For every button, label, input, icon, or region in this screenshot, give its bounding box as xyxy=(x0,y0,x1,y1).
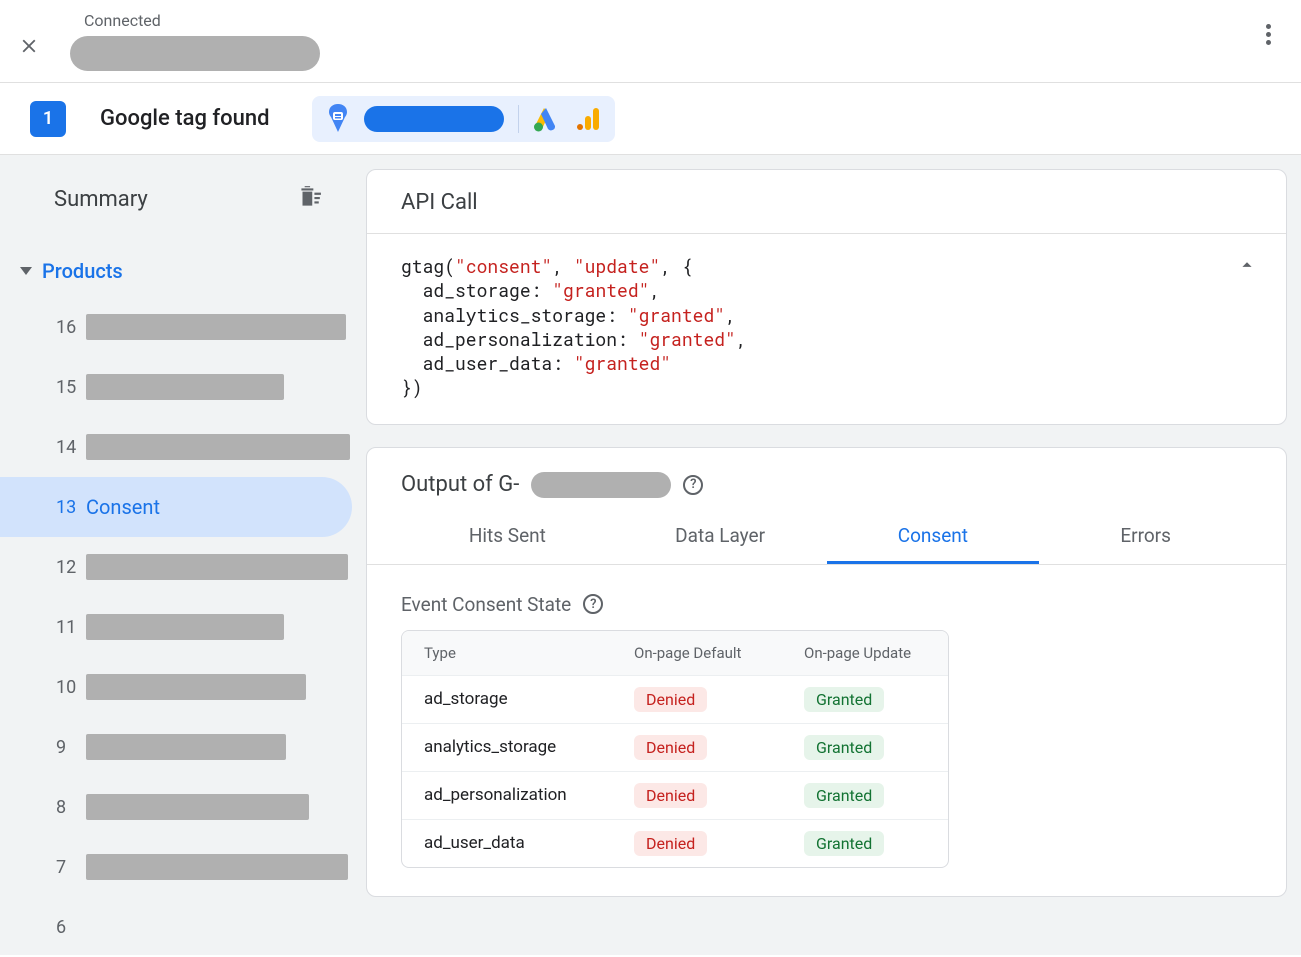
output-card: Output of G- ? Hits SentData LayerConsen… xyxy=(366,447,1287,897)
event-name-redacted xyxy=(86,614,284,640)
overflow-menu-icon[interactable] xyxy=(1266,24,1271,45)
event-row[interactable]: 6 xyxy=(0,897,352,957)
table-header: Type On-page Default On-page Update xyxy=(402,631,948,675)
chip-update: Granted xyxy=(804,687,884,712)
col-type: Type xyxy=(424,644,634,662)
tab-errors[interactable]: Errors xyxy=(1039,508,1252,564)
tab-consent[interactable]: Consent xyxy=(827,508,1040,564)
event-number: 8 xyxy=(56,797,86,818)
gtag-icon xyxy=(326,104,350,134)
main-panel: API Call gtag("consent", "update", { ad_… xyxy=(352,155,1301,955)
table-row: ad_personalizationDenied Granted xyxy=(402,771,948,819)
event-row[interactable]: 16 xyxy=(0,297,352,357)
found-bar: 1 Google tag found xyxy=(0,83,1301,155)
tag-id-redacted xyxy=(364,106,504,132)
event-name-redacted xyxy=(86,674,306,700)
topbar: Connected xyxy=(0,0,1301,83)
event-row[interactable]: 11 xyxy=(0,597,352,657)
chip-update: Granted xyxy=(804,735,884,760)
help-icon[interactable]: ? xyxy=(583,594,603,614)
event-row[interactable]: 10 xyxy=(0,657,352,717)
section-products[interactable]: Products xyxy=(0,259,352,283)
tab-data-layer[interactable]: Data Layer xyxy=(614,508,827,564)
clear-events-icon[interactable] xyxy=(296,184,322,214)
event-row[interactable]: 8 xyxy=(0,777,352,837)
event-number: 9 xyxy=(56,737,86,758)
output-id-redacted xyxy=(531,472,671,498)
table-row: ad_user_dataDenied Granted xyxy=(402,819,948,867)
google-ads-icon xyxy=(533,106,561,132)
output-prefix: Output of G- xyxy=(401,472,519,497)
event-number: 13 xyxy=(56,497,86,518)
connection-id-redacted xyxy=(70,36,320,71)
api-call-card: API Call gtag("consent", "update", { ad_… xyxy=(366,169,1287,425)
event-row[interactable]: 15 xyxy=(0,357,352,417)
api-code: gtag("consent", "update", { ad_storage: … xyxy=(401,254,1252,400)
event-name-redacted xyxy=(86,734,286,760)
chip-default: Denied xyxy=(634,783,707,808)
found-title: Google tag found xyxy=(100,106,270,131)
event-number: 7 xyxy=(56,857,86,878)
consent-state-header: Event Consent State ? xyxy=(367,565,1286,630)
connection-block: Connected xyxy=(70,11,320,71)
event-number: 16 xyxy=(56,317,86,338)
output-tabs: Hits SentData LayerConsentErrors xyxy=(367,508,1286,565)
section-label: Products xyxy=(42,259,123,283)
events-list: 16 15 14 13Consent 12 11 10 9 8 7 6 xyxy=(0,297,352,957)
event-row[interactable]: 12 xyxy=(0,537,352,597)
chip-update: Granted xyxy=(804,831,884,856)
tag-chip[interactable] xyxy=(312,96,615,142)
col-default: On-page Default xyxy=(634,644,804,662)
event-number: 11 xyxy=(56,617,86,638)
help-icon[interactable]: ? xyxy=(683,475,703,495)
event-row[interactable]: 13Consent xyxy=(0,477,352,537)
cell-type: ad_user_data xyxy=(424,833,634,853)
chip-default: Denied xyxy=(634,735,707,760)
summary-label: Summary xyxy=(54,187,296,212)
summary-row[interactable]: Summary xyxy=(0,177,352,221)
event-name-redacted xyxy=(86,794,309,820)
output-header: Output of G- ? xyxy=(367,448,1286,508)
tag-count-badge: 1 xyxy=(30,101,66,137)
event-name-redacted xyxy=(86,374,284,400)
cell-type: analytics_storage xyxy=(424,737,634,757)
event-name: Consent xyxy=(86,495,160,519)
consent-state-label: Event Consent State xyxy=(401,593,571,616)
event-row[interactable]: 7 xyxy=(0,837,352,897)
event-number: 6 xyxy=(56,917,86,938)
event-name-redacted xyxy=(86,554,348,580)
chip-update: Granted xyxy=(804,783,884,808)
api-call-body: gtag("consent", "update", { ad_storage: … xyxy=(367,234,1286,424)
connected-label: Connected xyxy=(84,11,320,30)
api-call-header: API Call xyxy=(367,170,1286,234)
event-number: 14 xyxy=(56,437,86,458)
close-icon[interactable] xyxy=(18,34,40,64)
consent-state-table: Type On-page Default On-page Update ad_s… xyxy=(401,630,949,868)
event-row[interactable]: 14 xyxy=(0,417,352,477)
cell-type: ad_personalization xyxy=(424,785,634,805)
chip-divider xyxy=(518,105,519,133)
sidebar: Summary Products 16 15 14 13Consent 12 11 10 9 8… xyxy=(0,155,352,955)
chip-default: Denied xyxy=(634,687,707,712)
tab-hits-sent[interactable]: Hits Sent xyxy=(401,508,614,564)
collapse-icon[interactable] xyxy=(1236,254,1258,276)
chip-default: Denied xyxy=(634,831,707,856)
col-update: On-page Update xyxy=(804,644,949,662)
event-name-redacted xyxy=(86,434,350,460)
event-name-redacted xyxy=(86,314,346,340)
event-number: 15 xyxy=(56,377,86,398)
event-name-redacted xyxy=(86,854,348,880)
table-row: ad_storageDenied Granted xyxy=(402,675,948,723)
collapse-triangle-icon xyxy=(20,267,32,275)
event-number: 12 xyxy=(56,557,86,578)
cell-type: ad_storage xyxy=(424,689,634,709)
google-analytics-icon xyxy=(575,106,601,132)
event-number: 10 xyxy=(56,677,86,698)
table-row: analytics_storageDenied Granted xyxy=(402,723,948,771)
event-row[interactable]: 9 xyxy=(0,717,352,777)
